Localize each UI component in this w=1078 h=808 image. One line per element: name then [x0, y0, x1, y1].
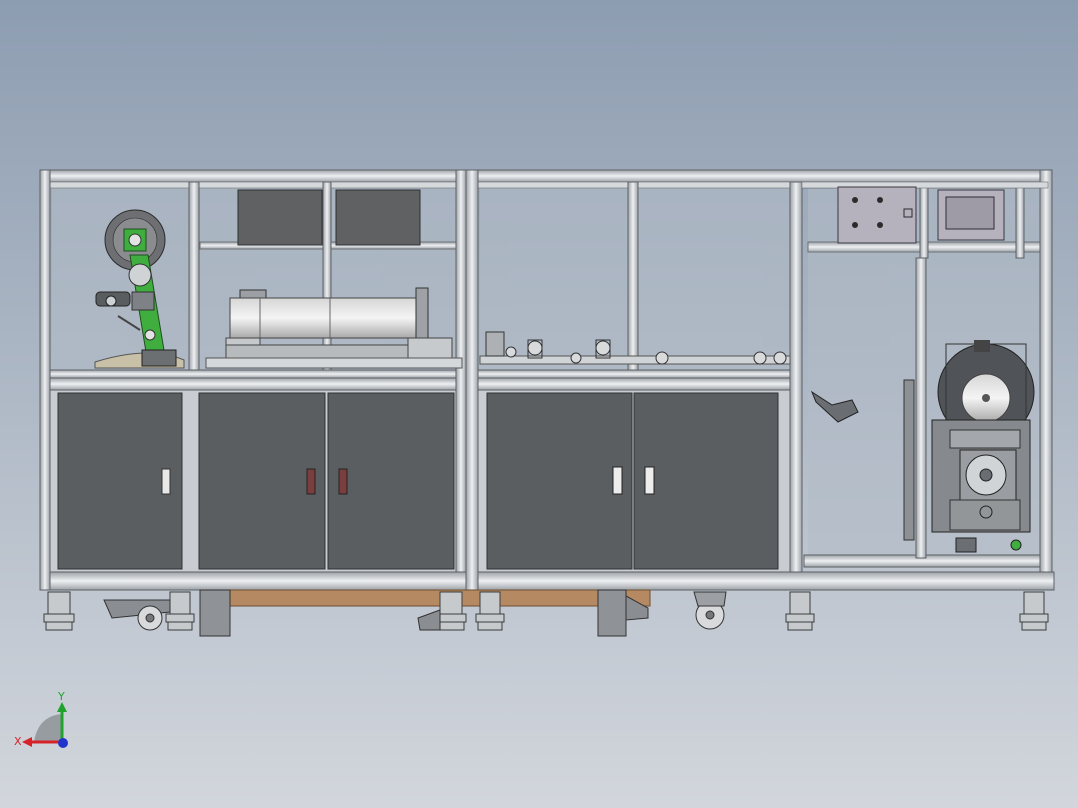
heating-module — [205, 287, 463, 369]
door-handle — [644, 466, 655, 495]
door-handle — [612, 466, 623, 495]
y-axis-label: Y — [57, 690, 65, 703]
electrical-box — [335, 189, 421, 246]
door-handle — [306, 468, 316, 495]
door-handle — [161, 468, 171, 495]
x-axis-label: X — [14, 735, 22, 748]
mid-beam — [41, 377, 799, 391]
lower-cabinet — [41, 387, 798, 575]
electrical-box — [237, 189, 323, 246]
cad-viewport[interactable]: Y X — [0, 0, 1078, 808]
touch-screen — [945, 196, 995, 230]
cabinet-door-2 — [198, 392, 326, 570]
top-beam — [39, 169, 1053, 183]
base-beam — [39, 571, 1055, 591]
machine-model[interactable]: Y X — [0, 0, 1078, 808]
door-handle — [338, 468, 348, 495]
cabinet-door-4 — [486, 392, 633, 570]
cabinet-door-5 — [633, 392, 779, 570]
